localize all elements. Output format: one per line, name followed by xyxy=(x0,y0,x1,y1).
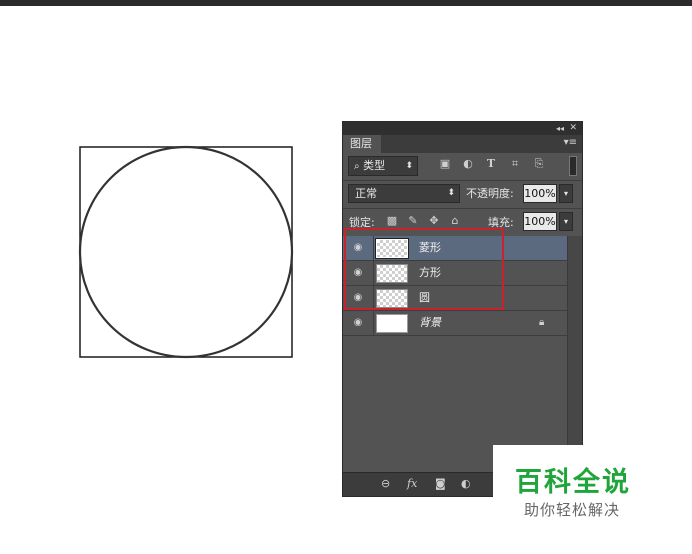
layer-row[interactable]: ◉ 背景 🔒︎ xyxy=(343,311,567,336)
divider xyxy=(343,180,582,181)
fill-input[interactable]: 100% xyxy=(523,212,557,231)
fill-dropdown-icon[interactable]: ▾ xyxy=(559,212,573,231)
panel-menu-icon[interactable]: ▾≡ xyxy=(564,137,577,148)
panel-tab-row: 图层 ▾≡ xyxy=(343,135,582,153)
blend-row: 正常 ⬍ 不透明度: 100% ▾ xyxy=(343,182,582,206)
layer-list-scrollbar[interactable] xyxy=(567,236,582,468)
lock-all-icon[interactable]: ⌂ xyxy=(449,215,461,227)
chevron-updown-icon: ⬍ xyxy=(405,161,413,171)
lock-brush-icon[interactable]: ✎ xyxy=(407,215,419,227)
layer-thumbnail xyxy=(376,314,408,333)
lock-transparency-icon[interactable]: ▩ xyxy=(386,215,398,227)
filter-kind-label: 类型 xyxy=(363,159,386,172)
top-bar xyxy=(0,0,692,6)
divider xyxy=(343,208,582,209)
add-mask-icon[interactable]: ◙ xyxy=(435,477,446,491)
filter-toggle[interactable] xyxy=(569,156,577,176)
close-icon[interactable]: ✕ xyxy=(569,122,577,135)
highlight-box xyxy=(344,228,504,310)
tab-layers[interactable]: 图层 xyxy=(343,135,381,153)
tab-layers-label: 图层 xyxy=(350,137,372,150)
adjustment-layer-filter-icon[interactable]: ◐ xyxy=(462,158,474,170)
filter-kind-select[interactable]: ⌕ 类型 ⬍ xyxy=(348,156,418,176)
blend-mode-select[interactable]: 正常 ⬍ xyxy=(348,184,460,203)
opacity-dropdown-icon[interactable]: ▾ xyxy=(559,184,573,203)
layer-style-fx-icon[interactable]: fx xyxy=(407,477,417,491)
link-layers-icon[interactable]: ⊖ xyxy=(381,477,390,491)
search-icon: ⌕ xyxy=(354,161,360,172)
lock-icon: 🔒︎ xyxy=(539,317,545,328)
lock-move-icon[interactable]: ✥ xyxy=(428,215,440,227)
adjustment-layer-icon[interactable]: ◐ xyxy=(461,477,471,491)
watermark: 百科全说 助你轻松解决 xyxy=(493,445,692,535)
smart-object-filter-icon[interactable]: ⎘ xyxy=(533,158,545,170)
divider xyxy=(373,311,374,335)
opacity-label: 不透明度: xyxy=(466,187,514,200)
filter-row: ⌕ 类型 ⬍ ▣ ◐ T ⌗ ⎘ xyxy=(343,153,582,180)
watermark-subtitle: 助你轻松解决 xyxy=(524,501,621,519)
opacity-input[interactable]: 100% xyxy=(523,184,557,203)
circle-shape xyxy=(78,145,294,359)
blend-mode-label: 正常 xyxy=(355,187,377,200)
chevron-updown-icon: ⬍ xyxy=(447,188,455,198)
collapse-icon[interactable]: ◂◂ xyxy=(556,122,564,135)
shape-layer-filter-icon[interactable]: ⌗ xyxy=(509,158,521,170)
visibility-eye-icon[interactable]: ◉ xyxy=(348,311,368,335)
canvas-artwork xyxy=(78,145,294,359)
watermark-title: 百科全说 xyxy=(515,467,631,498)
panel-titlebar: ◂◂ ✕ xyxy=(343,122,582,135)
layer-name: 背景 xyxy=(419,316,441,329)
type-layer-filter-icon[interactable]: T xyxy=(485,158,497,170)
pixel-layer-filter-icon[interactable]: ▣ xyxy=(439,158,451,170)
